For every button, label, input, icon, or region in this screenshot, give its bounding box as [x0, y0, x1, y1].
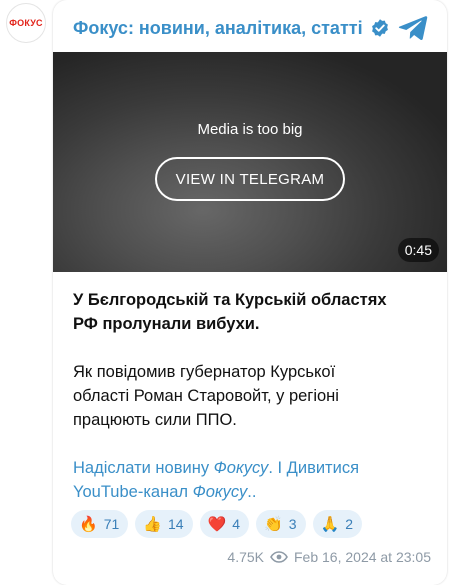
view-in-telegram-button[interactable]: VIEW IN TELEGRAM: [155, 157, 345, 201]
youtube-link[interactable]: YouTube-канал Фокусу..: [73, 483, 256, 501]
reaction-count: 71: [103, 516, 120, 532]
telegram-share-icon: [398, 16, 428, 40]
post-date[interactable]: Feb 16, 2024 at 23:05: [294, 549, 431, 565]
folded-hands-icon: 🙏: [320, 515, 340, 533]
links-paragraph: Надіслати новину Фокусу. I Дивитися YouT…: [73, 456, 433, 504]
message-text: У Бєлгородській та Курській областях РФ …: [73, 288, 433, 504]
youtube-link-text: YouTube-канал: [73, 483, 193, 501]
reaction-count: 14: [167, 516, 184, 532]
body-line: Як повідомив губернатор Курської: [73, 363, 336, 381]
media-too-big-message: Media is too big: [197, 121, 303, 138]
youtube-link-part1[interactable]: Дивитися: [287, 459, 359, 477]
send-news-link-italic: Фокусу: [213, 459, 269, 477]
reaction-count: 4: [232, 516, 241, 532]
body-paragraph: Як повідомив губернатор Курської області…: [73, 360, 433, 432]
reaction-pray[interactable]: 🙏 2: [312, 510, 362, 538]
links-line-1: Надіслати новину Фокусу. I Дивитися: [73, 456, 433, 480]
send-news-link-text: Надіслати новину: [73, 459, 214, 477]
reaction-count: 3: [288, 516, 297, 532]
avatar-logo-text: ФОКУС: [9, 18, 43, 28]
eye-icon: [270, 551, 288, 563]
reaction-thumbs-up[interactable]: 👍 14: [135, 510, 193, 538]
telegram-share-button[interactable]: [397, 13, 429, 43]
verified-badge-icon: [371, 19, 388, 37]
reaction-heart[interactable]: ❤️ 4: [199, 510, 250, 538]
headline-line: РФ пролунали вибухи.: [73, 315, 260, 333]
reactions-bar: 🔥 71 👍 14 ❤️ 4 👏 3 🙏 2: [71, 510, 362, 538]
clapping-hands-icon: 👏: [264, 515, 283, 533]
youtube-link-italic: Фокусу: [192, 483, 248, 501]
view-count: 4.75K: [227, 549, 264, 565]
send-news-link[interactable]: Надіслати новину Фокусу.: [73, 459, 273, 477]
video-duration-badge: 0:45: [397, 238, 439, 262]
reaction-clap[interactable]: 👏 3: [256, 510, 306, 538]
youtube-link-end: ..: [247, 483, 257, 501]
channel-title[interactable]: Фокус: новини, аналітика, статті: [73, 18, 363, 39]
message-footer: 4.75K Feb 16, 2024 at 23:05: [227, 549, 431, 565]
headline-line: У Бєлгородській та Курській областях: [73, 291, 387, 309]
body-line: області Роман Старовойт, у регіоні: [73, 387, 339, 405]
heart-icon: ❤️: [207, 515, 227, 533]
headline: У Бєлгородській та Курській областях РФ …: [73, 288, 433, 336]
links-line-2: YouTube-канал Фокусу..: [73, 480, 433, 504]
message-bubble: Фокус: новини, аналітика, статті Media i…: [53, 0, 447, 585]
channel-avatar[interactable]: ФОКУС: [6, 3, 46, 43]
video-preview[interactable]: Media is too big VIEW IN TELEGRAM 0:45: [53, 52, 447, 272]
fire-icon: 🔥: [79, 515, 98, 533]
reaction-count: 2: [345, 516, 353, 532]
body-line: працюють сили ППО.: [73, 411, 237, 429]
message-header: Фокус: новини, аналітика, статті: [73, 13, 431, 43]
links-separator: I: [272, 459, 287, 477]
reaction-fire[interactable]: 🔥 71: [71, 510, 129, 538]
thumbs-up-icon: 👍: [143, 515, 162, 533]
